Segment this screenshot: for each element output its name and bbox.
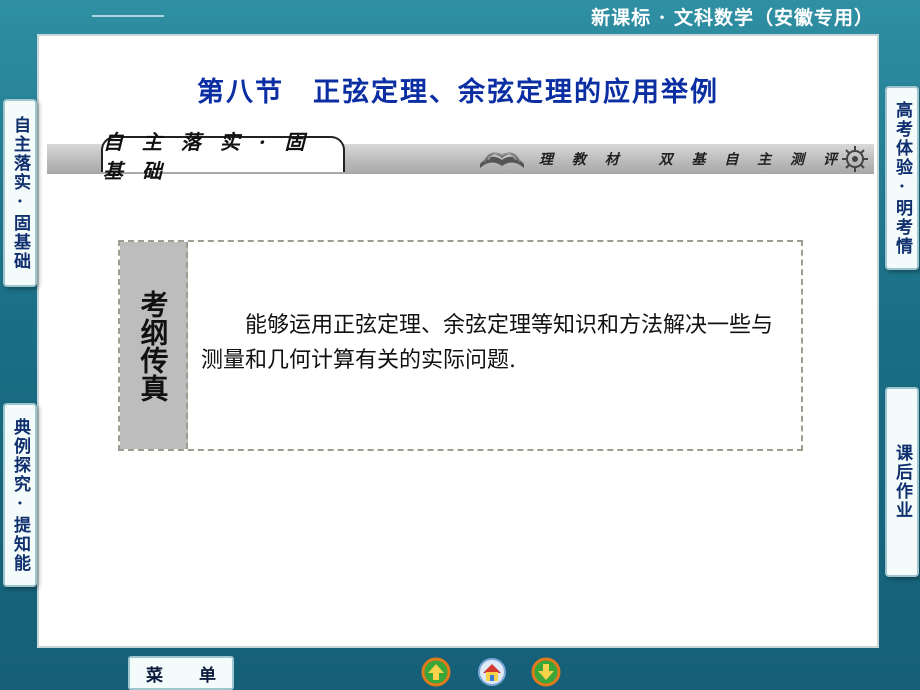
- tab-homework[interactable]: 课后作业: [885, 387, 919, 577]
- tab-exam-experience[interactable]: 高考体验·明考情: [885, 86, 919, 270]
- tab-examples[interactable]: 典例探究·提知能: [3, 403, 37, 587]
- section-tab: 自 主 落 实 · 固 基 础: [101, 130, 345, 183]
- arrow-down-icon[interactable]: [531, 657, 561, 687]
- syllabus-box: 考纲传真 能够运用正弦定理、余弦定理等知识和方法解决一些与测量和几何计算有关的实…: [118, 240, 803, 451]
- course-title: 新课标 · 文科数学（安徽专用）: [591, 7, 874, 29]
- slide-page: 第八节 正弦定理、余弦定理的应用举例 自 主 落 实 · 固 基 础 理 教 材…: [37, 34, 879, 648]
- section-sub-label: 理 教 材 双 基 自 主 测 评: [539, 152, 844, 168]
- home-icon[interactable]: [477, 657, 507, 687]
- menu-label-right: 单: [199, 665, 216, 686]
- syllabus-label: 考纲传真: [120, 242, 188, 449]
- page-title: 第八节 正弦定理、余弦定理的应用举例: [197, 77, 719, 108]
- compass-icon: [842, 146, 868, 172]
- menu-button[interactable]: 菜 单: [128, 656, 234, 690]
- section-bar: 自 主 落 实 · 固 基 础 理 教 材 双 基 自 主 测 评: [47, 130, 874, 183]
- arrow-up-icon[interactable]: [421, 657, 451, 687]
- tab-self-study[interactable]: 自主落实·固基础: [3, 99, 37, 287]
- menu-label-left: 菜: [146, 665, 163, 686]
- top-decorative-line: [92, 15, 164, 17]
- book-icon: [480, 152, 524, 168]
- syllabus-text: 能够运用正弦定理、余弦定理等知识和方法解决一些与测量和几何计算有关的实际问题.: [201, 313, 774, 373]
